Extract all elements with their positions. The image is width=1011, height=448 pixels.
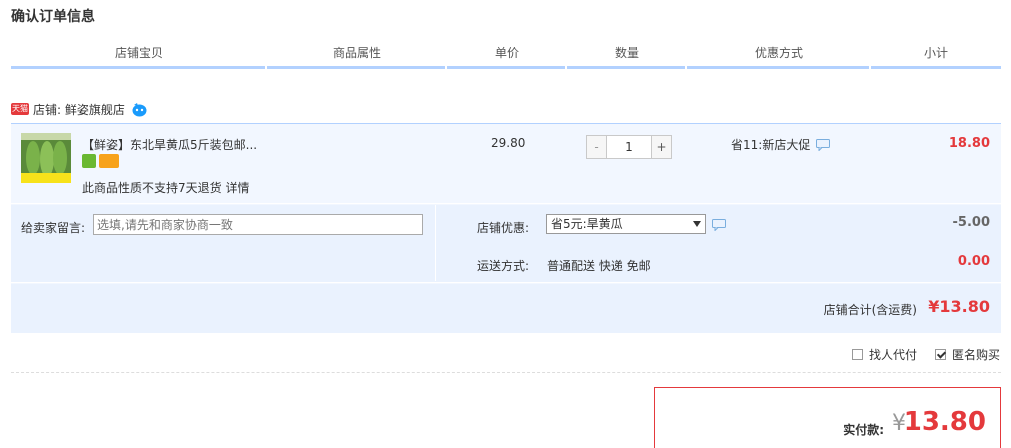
shop-discount-selected: 省5元:旱黄瓜 bbox=[551, 217, 623, 231]
product-thumbnail[interactable] bbox=[21, 133, 71, 183]
comment-icon[interactable] bbox=[816, 138, 831, 152]
shipping-label: 运送方式: bbox=[477, 259, 530, 273]
seller-message-input[interactable] bbox=[93, 214, 423, 235]
item-subtotal: 18.80 bbox=[948, 136, 990, 151]
item-return-note[interactable]: 此商品性质不支持7天退货 详情 bbox=[82, 179, 249, 196]
order-box: 【鲜姿】东北旱黄瓜5斤装包邮... 此商品性质不支持7天退货 详情 29.80 … bbox=[11, 123, 1001, 333]
anonymous-label: 匿名购买 bbox=[951, 348, 1000, 362]
item-service-icons bbox=[82, 154, 119, 168]
col-header-item: 店铺宝贝 bbox=[114, 46, 163, 60]
quantity-increase-button[interactable]: + bbox=[652, 136, 671, 158]
pay-amount: 13.80 bbox=[903, 407, 986, 437]
divider bbox=[11, 372, 1001, 373]
shop-total-value: ¥13.80 bbox=[928, 297, 990, 316]
comment-icon[interactable] bbox=[712, 219, 726, 234]
item-discount-label: 省11:新店大促 bbox=[731, 138, 811, 152]
proxy-pay-label: 找人代付 bbox=[868, 348, 917, 362]
guarantee-icon[interactable] bbox=[82, 154, 96, 168]
wangwang-chat-icon[interactable] bbox=[131, 101, 148, 118]
col-header-price: 单价 bbox=[494, 46, 519, 60]
shop-total-label: 店铺合计(含运费) bbox=[823, 303, 917, 317]
column-header-bar bbox=[11, 66, 1001, 69]
col-header-subtotal: 小计 bbox=[923, 46, 948, 60]
pay-label: 实付款: bbox=[843, 423, 884, 437]
page-title: 确认订单信息 bbox=[11, 9, 95, 25]
payment-summary-box: 实付款: ¥ 13.80 bbox=[654, 387, 1001, 448]
shop-total-row: 店铺合计(含运费) ¥13.80 bbox=[11, 284, 1001, 333]
proxy-pay-checkbox[interactable] bbox=[851, 349, 863, 360]
credit-card-icon[interactable] bbox=[99, 154, 119, 168]
shipping-amount: 0.00 bbox=[957, 254, 990, 269]
order-options: 找人代付 匿名购买 bbox=[851, 346, 1000, 363]
shipping-method: 普通配送 快递 免邮 bbox=[547, 259, 651, 273]
shop-discount-amount: -5.00 bbox=[952, 215, 990, 230]
item-price: 29.80 bbox=[491, 136, 526, 150]
seller-message-label: 给卖家留言: bbox=[21, 221, 86, 235]
chevron-down-icon bbox=[693, 221, 701, 227]
shop-line: 天猫 店铺: 鲜姿旗舰店 bbox=[11, 99, 148, 119]
item-title-link[interactable]: 【鲜姿】东北旱黄瓜5斤装包邮... bbox=[82, 136, 262, 153]
item-discount: 省11:新店大促 bbox=[731, 136, 831, 153]
column-header: 店铺宝贝 商品属性 单价 数量 优惠方式 小计 bbox=[11, 40, 1001, 70]
proxy-pay-option[interactable]: 找人代付 bbox=[851, 346, 917, 363]
anonymous-option[interactable]: 匿名购买 bbox=[934, 346, 1000, 363]
shop-discount-select[interactable]: 省5元:旱黄瓜 bbox=[546, 214, 706, 234]
col-header-attr: 商品属性 bbox=[332, 46, 381, 60]
quantity-input[interactable] bbox=[606, 136, 652, 158]
anonymous-checkbox[interactable] bbox=[934, 349, 946, 360]
quantity-stepper: - + bbox=[586, 135, 672, 159]
item-row: 【鲜姿】东北旱黄瓜5斤装包邮... 此商品性质不支持7天退货 详情 29.80 … bbox=[11, 124, 1001, 204]
shop-discount-label: 店铺优惠: bbox=[477, 221, 530, 235]
message-row: 给卖家留言: 店铺优惠: 省5元:旱黄瓜 -5.00 运送方式: 普通配送 快递… bbox=[11, 205, 1001, 283]
tmall-badge-icon: 天猫 bbox=[11, 103, 29, 115]
col-header-discount: 优惠方式 bbox=[754, 46, 803, 60]
col-header-qty: 数量 bbox=[614, 46, 639, 60]
shop-name[interactable]: 店铺: 鲜姿旗舰店 bbox=[33, 101, 125, 118]
quantity-decrease-button[interactable]: - bbox=[587, 136, 606, 158]
